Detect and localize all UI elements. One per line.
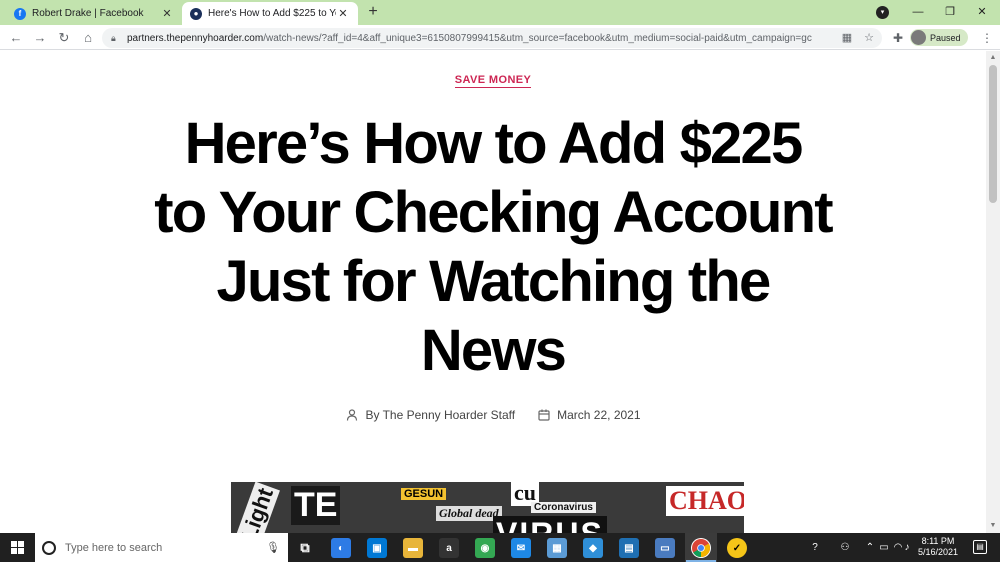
notification-center-icon[interactable]: ▤ (973, 540, 987, 554)
calendar-icon (537, 408, 551, 422)
reload-button[interactable]: ↻ (54, 28, 74, 48)
kebab-menu-icon[interactable]: ⋮ (980, 30, 994, 46)
tab-facebook[interactable]: f Robert Drake | Facebook ✕ (6, 2, 182, 25)
news-icon[interactable]: ▤ (619, 538, 639, 558)
network-icon[interactable]: ▭ (878, 533, 890, 562)
headline-line: News (420, 318, 567, 383)
browser-tab-strip: f Robert Drake | Facebook ✕ ● Here's How… (0, 0, 1000, 25)
microphone-icon[interactable]: 🎙︎ (266, 541, 280, 554)
author-meta: By The Penny Hoarder Staff (345, 408, 515, 422)
amazon-icon[interactable]: a (439, 538, 459, 558)
scroll-up-arrow-icon[interactable]: ▲ (989, 54, 997, 62)
extensions-puzzle-icon[interactable]: ✚ (890, 30, 906, 46)
bookmark-star-icon[interactable]: ☆ (862, 31, 876, 45)
profile-status: Paused (930, 32, 961, 43)
headline-line: Here’s How to Add $225 (184, 111, 804, 176)
store-icon[interactable]: ▣ (367, 538, 387, 558)
norton-icon[interactable]: ✓ (727, 538, 747, 558)
minimize-button[interactable]: — (904, 0, 932, 25)
url-text[interactable]: partners.thepennyhoarder.com/watch-news/… (127, 33, 837, 44)
tab-penny-hoarder[interactable]: ● Here's How to Add $225 to Your C ✕ (182, 2, 358, 25)
task-view-icon[interactable]: ⧉ (295, 538, 315, 558)
category-link[interactable]: SAVE MONEY (454, 74, 532, 88)
forward-button[interactable]: → (30, 28, 50, 48)
windows-taskbar: Type here to search 🎙︎ ⧉ ◐ ▣ ▬ a ◉ ✉ ▦ ◆… (0, 533, 1000, 562)
avatar (911, 30, 926, 45)
app-blue-icon[interactable]: ◐ (331, 538, 351, 558)
hero-clipping: TE (291, 486, 341, 525)
profile-button[interactable]: Paused (910, 29, 968, 46)
people-icon[interactable]: ⚇ (836, 533, 854, 562)
date-meta: March 22, 2021 (537, 408, 641, 422)
page-viewport: SAVE MONEY Here’s How to Add $225 to You… (0, 51, 986, 533)
article-headline: Here’s How to Add $225 to Your Checking … (90, 109, 896, 385)
lock-icon[interactable]: 🔒︎ (111, 33, 121, 43)
clock-date: 5/16/2021 (917, 547, 959, 557)
home-button[interactable]: ⌂ (78, 28, 98, 48)
tab-title: Robert Drake | Facebook (32, 8, 144, 19)
maximize-button[interactable]: ❐ (936, 0, 964, 25)
chrome-icon[interactable] (691, 538, 711, 558)
author-link[interactable]: By The Penny Hoarder Staff (365, 408, 515, 422)
facebook-icon: f (14, 7, 26, 20)
article-meta: By The Penny Hoarder Staff March 22, 202… (0, 408, 986, 422)
calendar-app-icon[interactable]: ▦ (547, 538, 567, 558)
person-icon (345, 408, 359, 422)
tripadvisor-icon[interactable]: ◉ (475, 538, 495, 558)
close-icon[interactable]: ✕ (336, 7, 350, 20)
hero-clipping: Coronavirus (531, 502, 596, 513)
scroll-down-arrow-icon[interactable]: ▼ (989, 522, 997, 530)
clock-time: 8:11 PM (921, 536, 955, 546)
qr-code-icon[interactable]: ▦ (840, 31, 854, 45)
new-tab-button[interactable]: + (364, 3, 382, 21)
window-close-button[interactable]: ✕ (968, 0, 996, 25)
remote-desktop-icon[interactable]: ▭ (655, 538, 675, 558)
photos-icon[interactable]: ◆ (583, 538, 603, 558)
headline-line: to Your Checking Account (154, 180, 833, 245)
hero-clipping: VIRUS (493, 516, 607, 533)
page-scrollbar[interactable]: ▲ ▼ (986, 51, 1000, 533)
headline-line: Just for Watching the (216, 249, 772, 314)
penny-hoarder-icon: ● (190, 7, 202, 20)
hero-clipping: GESUN (401, 488, 447, 500)
system-clock[interactable]: 8:11 PM 5/16/2021 (912, 536, 964, 558)
help-icon[interactable]: ? (806, 533, 824, 562)
hero-clipping: CHAO (666, 486, 744, 516)
close-icon[interactable]: ✕ (160, 7, 174, 20)
file-explorer-icon[interactable]: ▬ (403, 538, 423, 558)
search-placeholder: Type here to search (65, 541, 163, 554)
hero-image: Light TE GESUN Global dead cu Coronaviru… (231, 482, 744, 533)
taskbar-search[interactable]: Type here to search 🎙︎ (35, 533, 288, 562)
hero-clipping: Light (235, 482, 280, 533)
tab-title: Here's How to Add $225 to Your C (208, 8, 336, 19)
tray-expand-icon[interactable]: ⌃ (864, 533, 876, 562)
browser-toolbar: ← → ↻ ⌂ 🔒︎ partners.thepennyhoarder.com/… (0, 25, 1000, 50)
windows-start-icon[interactable] (11, 541, 24, 554)
post-date-link[interactable]: March 22, 2021 (557, 408, 640, 422)
hero-clipping: Global dead (436, 506, 502, 521)
scroll-thumb[interactable] (989, 65, 997, 203)
cortana-icon (42, 540, 56, 555)
address-bar[interactable]: 🔒︎ partners.thepennyhoarder.com/watch-ne… (102, 28, 882, 48)
back-button[interactable]: ← (6, 28, 26, 48)
tab-search-icon[interactable]: ▾ (876, 6, 889, 19)
mail-icon[interactable]: ✉ (511, 538, 531, 558)
category-link-wrap: SAVE MONEY (0, 70, 986, 88)
